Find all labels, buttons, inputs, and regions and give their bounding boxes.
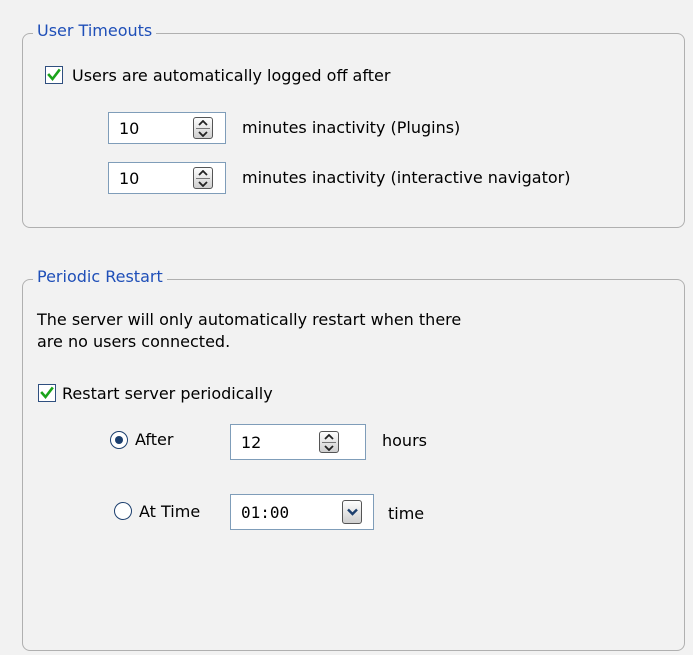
at-time-radio-label: At Time: [139, 502, 201, 521]
spin-up-icon[interactable]: [324, 434, 334, 440]
logoff-checkbox-label: Users are automatically logged off after: [72, 66, 391, 85]
after-radio[interactable]: [110, 431, 128, 449]
hours-spin-buttons[interactable]: [319, 431, 339, 453]
restart-time-value[interactable]: 01:00: [241, 503, 289, 522]
restart-periodically-label: Restart server periodically: [62, 384, 273, 403]
hours-unit-label: hours: [382, 431, 427, 450]
spin-down-icon[interactable]: [198, 181, 208, 187]
at-time-radio[interactable]: [114, 502, 132, 520]
plugins-timeout-value[interactable]: 10: [119, 119, 139, 138]
plugins-spin-buttons[interactable]: [193, 117, 213, 139]
spin-down-icon[interactable]: [198, 131, 208, 137]
checkmark-icon: [47, 68, 61, 82]
plugins-timeout-label: minutes inactivity (Plugins): [242, 118, 461, 137]
restart-hours-spinner[interactable]: 12: [230, 424, 366, 460]
after-radio-label: After: [135, 430, 174, 449]
plugins-timeout-spinner[interactable]: 10: [108, 112, 226, 144]
radio-selected-dot: [115, 436, 123, 444]
restart-periodically-checkbox[interactable]: [38, 384, 56, 402]
restart-time-combobox[interactable]: 01:00: [230, 494, 374, 530]
navigator-timeout-label: minutes inactivity (interactive navigato…: [242, 168, 571, 187]
time-unit-label: time: [388, 504, 425, 523]
restart-description-line2: are no users connected.: [37, 332, 231, 351]
navigator-timeout-value[interactable]: 10: [119, 169, 139, 188]
logoff-checkbox[interactable]: [45, 66, 63, 84]
spin-down-icon[interactable]: [324, 445, 334, 451]
user-timeouts-legend: User Timeouts: [33, 21, 157, 40]
chevron-down-icon[interactable]: [347, 508, 358, 516]
time-dropdown-button[interactable]: [342, 500, 362, 524]
checkmark-icon: [40, 386, 54, 400]
navigator-spin-buttons[interactable]: [193, 167, 213, 189]
restart-description-line1: The server will only automatically resta…: [37, 310, 462, 329]
spin-up-icon[interactable]: [198, 170, 208, 176]
navigator-timeout-spinner[interactable]: 10: [108, 162, 226, 194]
periodic-restart-legend: Periodic Restart: [33, 267, 167, 286]
spin-up-icon[interactable]: [198, 120, 208, 126]
restart-hours-value[interactable]: 12: [241, 433, 261, 452]
